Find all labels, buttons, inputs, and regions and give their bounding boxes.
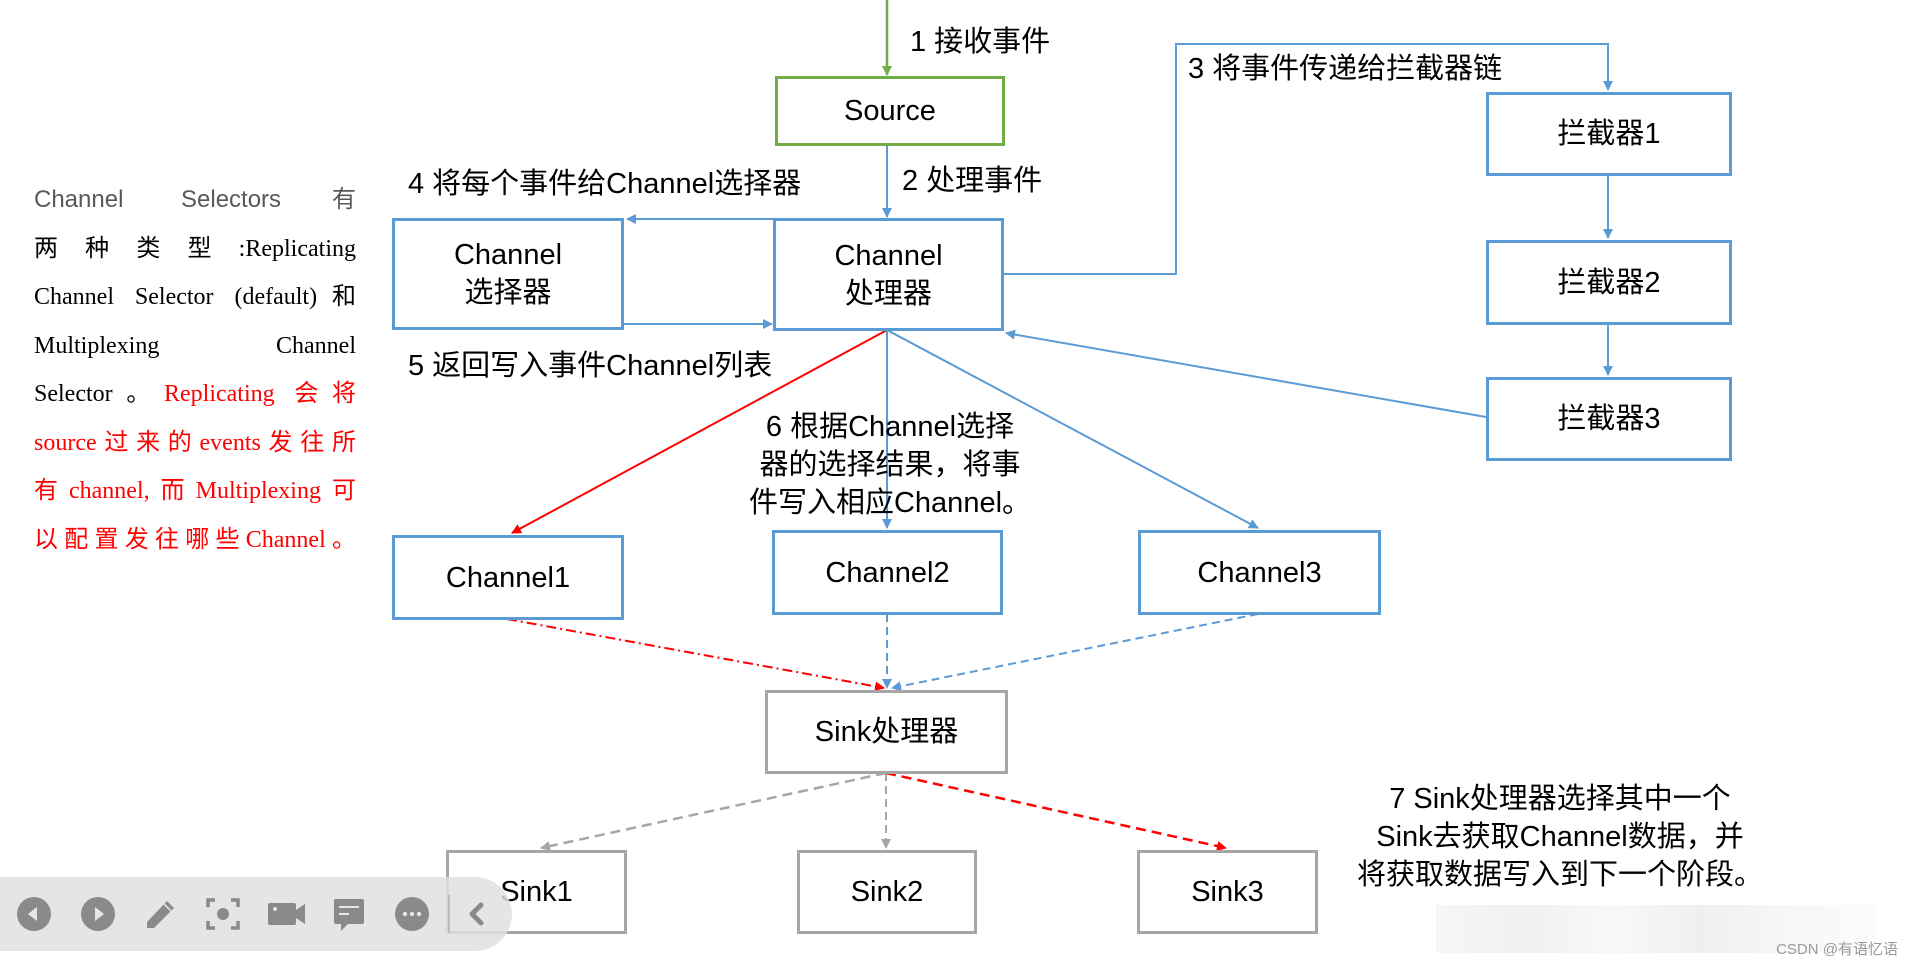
channel-processor-label: Channel bbox=[834, 239, 943, 272]
note-text: Channel Selector (default)和 bbox=[34, 284, 356, 310]
note-line: Channel Selector (default)和 bbox=[34, 273, 356, 322]
presentation-toolbar bbox=[0, 877, 512, 951]
note-text: 两种类型:Replicating bbox=[34, 235, 356, 262]
sink2-node: Sink2 bbox=[797, 850, 977, 934]
note-text: Multiplexing Channel bbox=[34, 332, 356, 359]
step7-line: 将获取数据写入到下一个阶段。 bbox=[1356, 859, 1763, 891]
note-text: 以配置发往哪些Channel。 bbox=[34, 526, 356, 553]
more-icon bbox=[395, 897, 429, 931]
source-label: Source bbox=[844, 95, 936, 127]
pen-button[interactable] bbox=[138, 891, 184, 937]
next-button[interactable] bbox=[75, 891, 121, 937]
sink-processor-label: Sink处理器 bbox=[814, 716, 959, 748]
step4-label: 4 将每个事件给Channel选择器 bbox=[408, 168, 802, 200]
interceptor1-node: 拦截器1 bbox=[1486, 92, 1732, 176]
step1-label: 1 接收事件 bbox=[910, 26, 1051, 58]
note-text: 有channel,而Multiplexing可 bbox=[34, 478, 356, 504]
step7-line: 7 Sink处理器选择其中一个 bbox=[1389, 783, 1731, 815]
interceptor1-label: 拦截器1 bbox=[1557, 118, 1661, 150]
pen-icon bbox=[147, 901, 174, 928]
note-line: Channel Selectors有 bbox=[34, 176, 356, 225]
comment-icon bbox=[334, 899, 364, 931]
toolbar-divider bbox=[448, 895, 450, 933]
step3-label: 3 将事件传递给拦截器链 bbox=[1188, 53, 1503, 85]
channel-selector-label: Channel bbox=[453, 239, 563, 271]
note-line: Multiplexing Channel bbox=[34, 322, 356, 371]
interceptor3-node: 拦截器3 bbox=[1486, 377, 1732, 461]
video-button[interactable] bbox=[264, 891, 310, 937]
channel-processor-label: 处理器 bbox=[844, 277, 932, 310]
step7-label: 7 Sink处理器选择其中一个 Sink去获取Channel数据，并 将获取数据… bbox=[1330, 780, 1790, 894]
note-text: Channel Selectors有 bbox=[34, 186, 356, 213]
note-text: source过来的events发往所 bbox=[34, 429, 356, 456]
arrow-sink-processor-to-sink3 bbox=[885, 771, 1227, 851]
step6-line: 件写入相应Channel。 bbox=[748, 487, 1032, 519]
channel1-label: Channel1 bbox=[445, 561, 571, 594]
channel-processor-node: Channel 处理器 bbox=[773, 218, 1004, 331]
note-line: 两种类型:Replicating bbox=[34, 225, 356, 274]
source-node: Source bbox=[775, 76, 1005, 146]
next-icon bbox=[81, 897, 115, 931]
step6-label: 6 根据Channel选择 器的选择结果，将事 件写入相应Channel。 bbox=[735, 408, 1045, 522]
note-text: Replicating 会将 bbox=[164, 381, 356, 407]
channel3-node: Channel3 bbox=[1138, 530, 1381, 615]
note-line: 以配置发往哪些Channel。 bbox=[34, 516, 356, 565]
video-camera-icon bbox=[268, 903, 305, 925]
interceptor3-label: 拦截器3 bbox=[1557, 403, 1661, 435]
flume-architecture-diagram: Channel Selectors有 两种类型:Replicating Channe… bbox=[0, 0, 1906, 963]
note-line: source过来的events发往所 bbox=[34, 419, 356, 468]
arrow-channel3-to-sink-processor bbox=[891, 613, 1259, 692]
watermark: CSDN @有语忆语 bbox=[1776, 941, 1898, 958]
channel2-node: Channel2 bbox=[772, 530, 1003, 615]
sink-processor-node: Sink处理器 bbox=[765, 690, 1008, 774]
arrow-channel1-to-sink-processor bbox=[506, 618, 885, 692]
channel-selector-label: 选择器 bbox=[464, 277, 552, 309]
sink3-label: Sink3 bbox=[1191, 876, 1264, 908]
interceptor2-node: 拦截器2 bbox=[1486, 240, 1732, 325]
sink2-label: Sink2 bbox=[850, 876, 924, 908]
note-line: 有channel,而Multiplexing可 bbox=[34, 467, 356, 516]
channel-selector-node: Channel 选择器 bbox=[392, 218, 624, 330]
focus-capture-icon bbox=[206, 898, 240, 930]
more-button[interactable] bbox=[389, 891, 435, 937]
note-text: Selector。 bbox=[34, 381, 164, 407]
step2-label: 2 处理事件 bbox=[902, 165, 1043, 197]
sink3-node: Sink3 bbox=[1137, 850, 1318, 934]
comment-button[interactable] bbox=[326, 891, 372, 937]
channel3-label: Channel3 bbox=[1197, 556, 1322, 589]
step6-line: 器的选择结果，将事 bbox=[759, 449, 1021, 481]
chevron-left-icon bbox=[469, 902, 484, 926]
screenshot-button[interactable] bbox=[200, 891, 246, 937]
arrow-sink-processor-to-sink1 bbox=[540, 771, 887, 851]
channel2-label: Channel2 bbox=[825, 556, 950, 589]
channel-selectors-note: Channel Selectors有 两种类型:Replicating Channe… bbox=[34, 176, 356, 564]
step7-line: Sink去获取Channel数据，并 bbox=[1376, 821, 1744, 853]
collapse-toolbar-button[interactable] bbox=[454, 891, 500, 937]
step5-label: 5 返回写入事件Channel列表 bbox=[408, 350, 773, 382]
previous-button[interactable] bbox=[11, 891, 57, 937]
arrow-interceptor3-to-processor bbox=[1005, 329, 1487, 418]
step6-line: 6 根据Channel选择 bbox=[765, 411, 1015, 443]
previous-icon bbox=[17, 897, 51, 931]
note-line: Selector。Replicating 会将 bbox=[34, 370, 356, 419]
channel1-node: Channel1 bbox=[392, 535, 624, 620]
interceptor2-label: 拦截器2 bbox=[1557, 266, 1661, 299]
